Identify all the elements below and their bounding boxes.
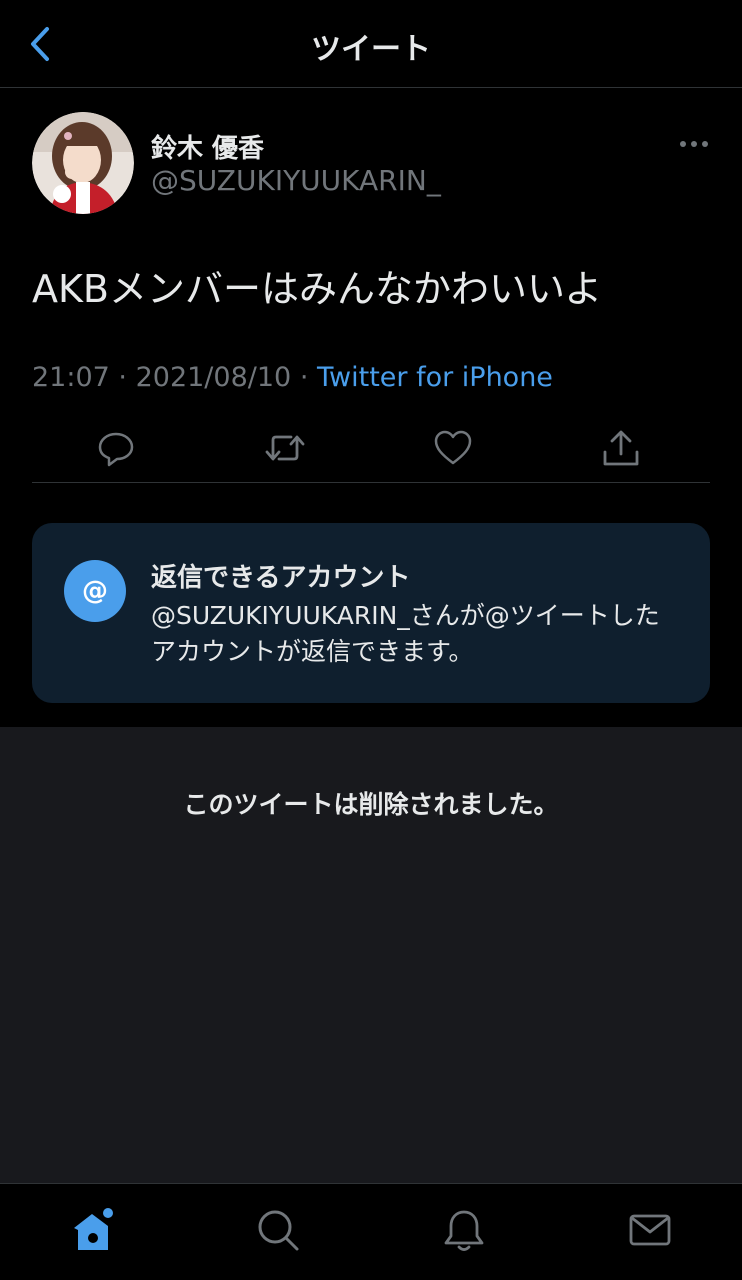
like-icon xyxy=(434,430,472,465)
top-nav-bar: ツイート xyxy=(0,0,742,88)
avatar-image xyxy=(32,112,134,214)
reply-restriction-description: @SUZUKIYUUKARIN_さんが@ツイートしたアカウントが返信できます。 xyxy=(151,601,660,666)
mention-icon: @ xyxy=(64,560,126,622)
share-button[interactable] xyxy=(599,426,643,470)
page-title: ツイート xyxy=(311,32,431,67)
reply-restriction-title: 返信できるアカウント xyxy=(151,563,411,593)
reply-restriction-card: @ 返信できるアカウント @SUZUKIYUUKARIN_さんが@ツイートしたア… xyxy=(32,523,710,703)
author-display-name[interactable]: 鈴木 優香 xyxy=(151,128,264,165)
tab-messages[interactable] xyxy=(626,1206,674,1254)
tweet-source-link[interactable]: Twitter for iPhone xyxy=(317,362,553,393)
deleted-tweet-section: このツイートは削除されました。 xyxy=(0,727,742,1183)
home-icon xyxy=(74,1208,113,1250)
notifications-icon xyxy=(444,1210,484,1251)
tab-search[interactable] xyxy=(254,1206,302,1254)
tweet-meta: 21:07 · 2021/08/10 · Twitter for iPhone xyxy=(32,362,553,393)
retweet-button[interactable] xyxy=(263,426,307,470)
deleted-tweet-notice: このツイートは削除されました。 xyxy=(183,790,559,819)
like-button[interactable] xyxy=(431,426,475,470)
reply-button[interactable] xyxy=(94,426,138,470)
tweet-date: 2021/08/10 xyxy=(135,362,292,393)
tab-home[interactable] xyxy=(70,1206,118,1254)
tab-notifications[interactable] xyxy=(440,1206,488,1254)
avatar[interactable] xyxy=(32,112,134,214)
more-horizontal-icon xyxy=(680,141,708,147)
reply-icon xyxy=(98,432,134,467)
author-handle[interactable]: @SUZUKIYUUKARIN_ xyxy=(151,164,441,197)
tweet-text: AKBメンバーはみんなかわいいよ xyxy=(32,267,603,311)
more-options-button[interactable] xyxy=(672,128,716,160)
meta-separator: · xyxy=(118,362,127,393)
share-icon xyxy=(603,430,639,466)
search-icon xyxy=(258,1210,299,1251)
tweet-time: 21:07 xyxy=(32,362,110,393)
meta-separator: · xyxy=(299,362,309,393)
retweet-icon xyxy=(265,435,305,461)
tweet-action-bar xyxy=(32,420,710,483)
messages-icon xyxy=(629,1214,671,1246)
bottom-tab-bar xyxy=(0,1183,742,1280)
